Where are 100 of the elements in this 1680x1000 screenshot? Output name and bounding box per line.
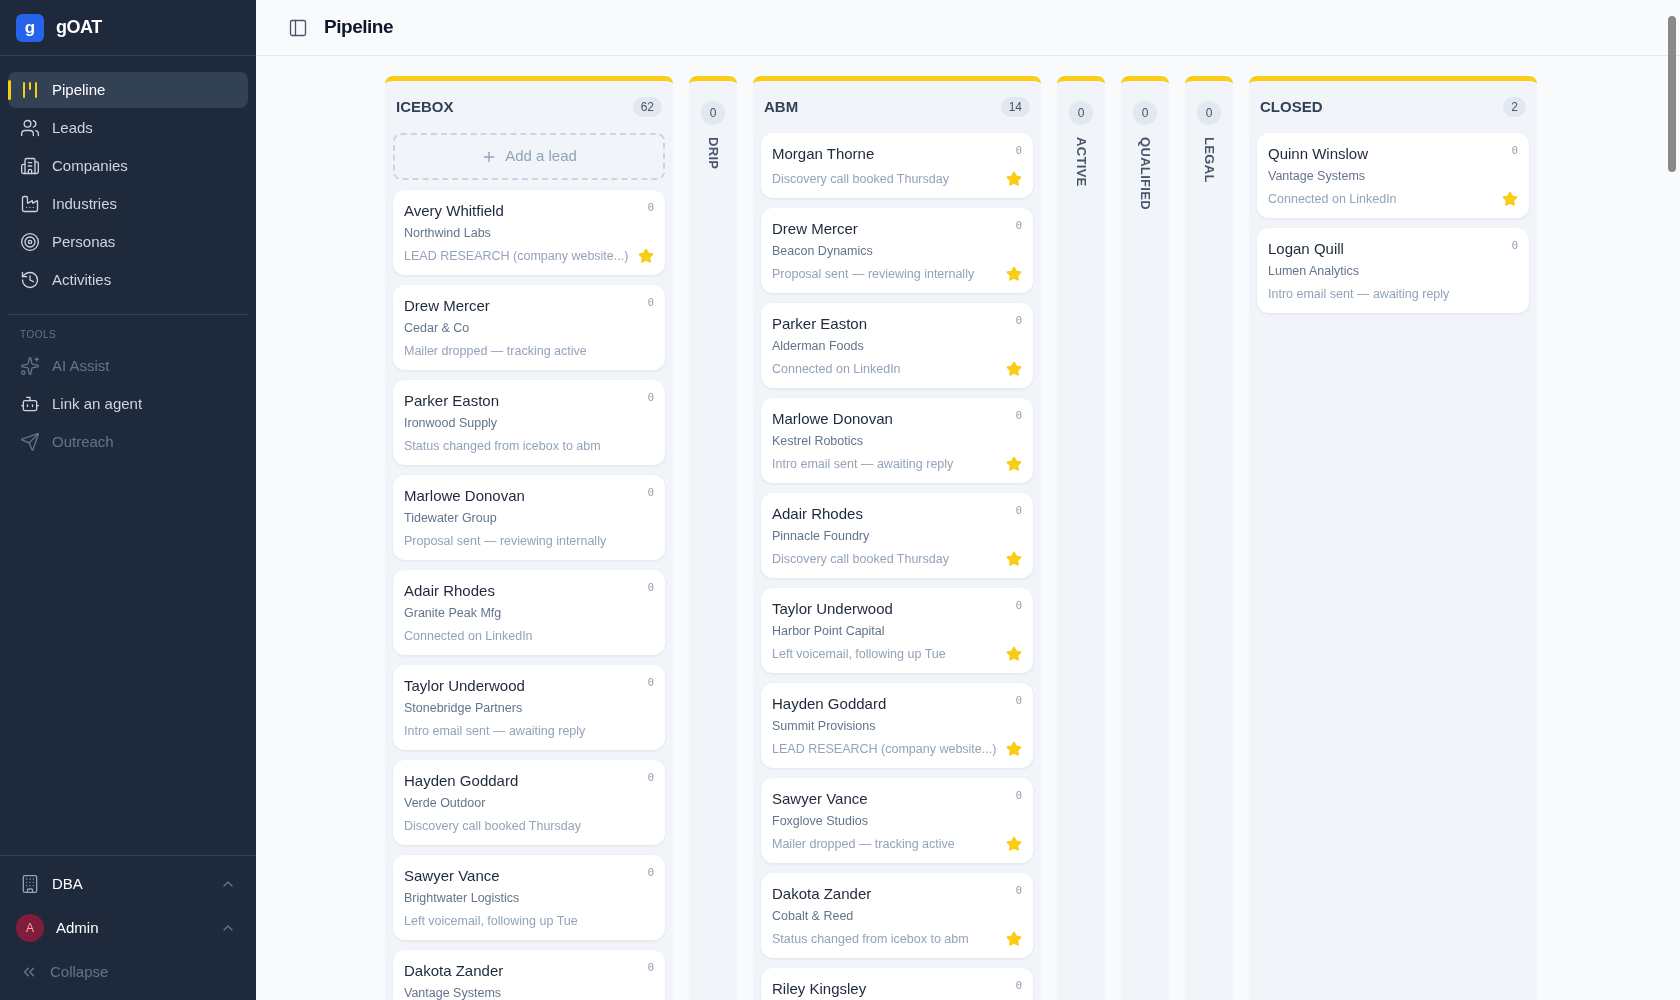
lead-card[interactable]: Hayden Goddard 0 Summit Provisions LEAD RESEARCH (company website...)	[761, 683, 1033, 768]
star-icon[interactable]	[1006, 266, 1022, 282]
lead-company: Lumen Analytics	[1268, 263, 1361, 280]
users-icon	[20, 118, 40, 138]
lead-card[interactable]: Taylor Underwood 0 Harbor Point Capital Left voicemail, following up Tue	[761, 588, 1033, 673]
lead-count: 0	[1015, 883, 1022, 899]
lead-count: 0	[1015, 408, 1022, 424]
sidebar-toggle-icon[interactable]	[288, 17, 308, 38]
star-icon[interactable]	[1006, 931, 1022, 947]
lead-card[interactable]: Parker Easton 0 Alderman Foods Connected on LinkedIn	[761, 303, 1033, 388]
lead-name: Taylor Underwood	[404, 676, 525, 696]
lead-count: 0	[1015, 313, 1022, 329]
lead-card[interactable]: Riley Kingsley 0	[761, 968, 1033, 1000]
lead-name: Drew Mercer	[404, 296, 490, 316]
lead-count: 0	[647, 485, 654, 501]
lead-name: Adair Rhodes	[772, 504, 863, 524]
lead-company: Tidewater Group	[404, 510, 498, 527]
building-icon	[20, 156, 40, 176]
lead-name: Dakota Zander	[772, 884, 872, 904]
lead-card[interactable]: Marlowe Donovan 0 Tidewater Group Proposal sent — reviewing internally	[393, 475, 665, 560]
lead-name: Sawyer Vance	[404, 866, 500, 886]
star-icon[interactable]	[638, 248, 654, 264]
lead-count: 0	[1015, 598, 1022, 614]
factory-icon	[20, 194, 40, 214]
lead-name: Marlowe Donovan	[404, 486, 525, 506]
nav-item[interactable]: Industries	[8, 186, 248, 222]
lead-card[interactable]: Adair Rhodes 0 Pinnacle Foundry Discovery call booked Thursday	[761, 493, 1033, 578]
nav-item[interactable]: Companies	[8, 148, 248, 184]
star-icon[interactable]	[1006, 646, 1022, 662]
star-icon[interactable]	[1006, 456, 1022, 472]
lead-card[interactable]: Quinn Winslow 0 Vantage Systems Connected on LinkedIn	[1257, 133, 1529, 218]
collapsed-column[interactable]: 0 LEGAL	[1185, 76, 1233, 1000]
lead-name: Avery Whitfield	[404, 201, 504, 221]
lead-name: Taylor Underwood	[772, 599, 893, 619]
lead-name: Dakota Zander	[404, 961, 504, 981]
lead-note: LEAD RESEARCH (company website...)	[404, 248, 629, 265]
lead-count: 0	[647, 770, 654, 786]
count-badge: 0	[1133, 101, 1157, 125]
lead-note: Proposal sent — reviewing internally	[404, 533, 607, 550]
lead-company: Harbor Point Capital	[772, 623, 886, 640]
star-icon[interactable]	[1006, 741, 1022, 757]
column-title: LEGAL	[1200, 137, 1218, 183]
lead-card[interactable]: Logan Quill 0 Lumen Analytics Intro email sent — awaiting reply	[1257, 228, 1529, 313]
lead-name: Marlowe Donovan	[772, 409, 893, 429]
lead-card[interactable]: Dakota Zander 0 Vantage Systems	[393, 950, 665, 1000]
lead-company: Northwind Labs	[404, 225, 492, 242]
lead-note: Connected on LinkedIn	[772, 361, 901, 378]
lead-company: Pinnacle Foundry	[772, 528, 871, 545]
lead-card[interactable]: Avery Whitfield 0 Northwind Labs LEAD RESEARCH (company website...)	[393, 190, 665, 275]
lead-card[interactable]: Dakota Zander 0 Cobalt & Reed Status changed from icebox to abm	[761, 873, 1033, 958]
column-title: ICEBOX	[396, 96, 454, 117]
collapsed-column[interactable]: 0 QUALIFIED	[1121, 76, 1169, 1000]
lead-name: Parker Easton	[404, 391, 500, 411]
lead-name: Drew Mercer	[772, 219, 858, 239]
section-heading: TOOLS	[19, 328, 58, 342]
lead-card[interactable]: Sawyer Vance 0 Foxglove Studios Mailer dropped — tracking active	[761, 778, 1033, 863]
lead-card[interactable]: Drew Mercer 0 Beacon Dynamics Proposal sent — reviewing internally	[761, 208, 1033, 293]
collapsed-column[interactable]: 0 ACTIVE	[1057, 76, 1105, 1000]
nav-item[interactable]: Leads	[8, 110, 248, 146]
lead-note: Proposal sent — reviewing internally	[772, 266, 975, 283]
star-icon[interactable]	[1006, 551, 1022, 567]
lead-card[interactable]: Parker Easton 0 Ironwood Supply Status changed from icebox to abm	[393, 380, 665, 465]
star-icon[interactable]	[1006, 361, 1022, 377]
lead-name: Morgan Thorne	[772, 144, 875, 164]
lead-count: 0	[1015, 978, 1022, 994]
collapsed-column[interactable]: 0 DRIP	[689, 76, 737, 1000]
lead-note: Discovery call booked Thursday	[772, 551, 949, 568]
user-menu[interactable]: A Admin	[8, 908, 248, 948]
lead-count: 0	[1015, 788, 1022, 804]
star-icon[interactable]	[1006, 836, 1022, 852]
nav-item[interactable]: Pipeline	[8, 72, 248, 108]
lead-note: Mailer dropped — tracking active	[772, 836, 955, 853]
column-title: ABM	[764, 96, 799, 117]
column-title: DRIP	[704, 137, 722, 170]
lead-company: Cobalt & Reed	[772, 908, 855, 925]
count-badge: 2	[1503, 97, 1526, 117]
star-icon[interactable]	[1502, 191, 1518, 207]
lead-count: 0	[1015, 693, 1022, 709]
lead-name: Adair Rhodes	[404, 581, 495, 601]
nav-item[interactable]: Personas	[8, 224, 248, 260]
send-icon	[20, 432, 40, 452]
lead-card[interactable]: Adair Rhodes 0 Granite Peak Mfg Connected on LinkedIn	[393, 570, 665, 655]
lead-company: Foxglove Studios	[772, 813, 869, 830]
user-avatar: A	[16, 914, 44, 942]
nav-item[interactable]: Activities	[8, 262, 248, 298]
scrollbar[interactable]	[1668, 16, 1676, 172]
lead-card[interactable]: Drew Mercer 0 Cedar & Co Mailer dropped — tracking active	[393, 285, 665, 370]
lead-name: Hayden Goddard	[772, 694, 887, 714]
lead-card[interactable]: Sawyer Vance 0 Brightwater Logistics Left voicemail, following up Tue	[393, 855, 665, 940]
lead-card[interactable]: Marlowe Donovan 0 Kestrel Robotics Intro email sent — awaiting reply	[761, 398, 1033, 483]
lead-card[interactable]: Morgan Thorne 0 Discovery call booked Thursday	[761, 133, 1033, 198]
lead-note: Discovery call booked Thursday	[772, 171, 949, 188]
count-badge: 0	[1197, 101, 1221, 125]
lead-note: Connected on LinkedIn	[404, 628, 533, 645]
workspace-switcher[interactable]: DBA	[8, 864, 248, 904]
lead-note: Left voicemail, following up Tue	[404, 913, 578, 930]
lead-card[interactable]: Hayden Goddard 0 Verde Outdoor Discovery call booked Thursday	[393, 760, 665, 845]
star-icon[interactable]	[1006, 171, 1022, 187]
nav-item[interactable]: Link an agent	[8, 386, 248, 422]
lead-card[interactable]: Taylor Underwood 0 Stonebridge Partners Intro email sent — awaiting reply	[393, 665, 665, 750]
